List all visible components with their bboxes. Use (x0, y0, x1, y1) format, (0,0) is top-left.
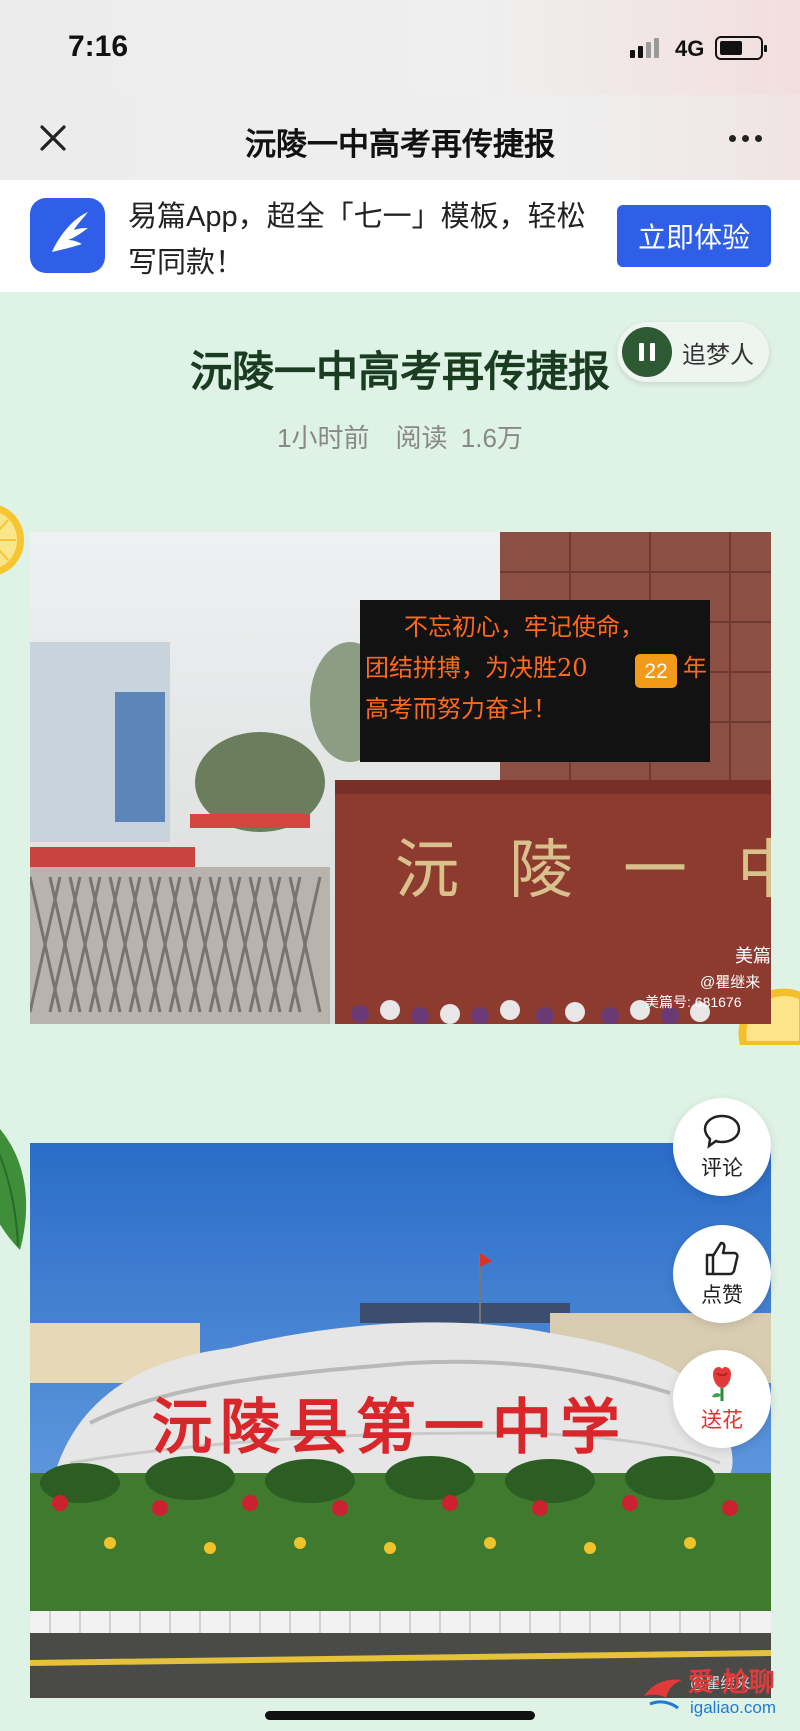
photo1-id: 美篇号: 681676 (645, 994, 742, 1010)
comment-label: 评论 (701, 1157, 743, 1180)
like-label: 点赞 (701, 1284, 743, 1307)
like-button[interactable]: 点赞 (673, 1225, 771, 1323)
pause-icon[interactable] (622, 327, 672, 377)
article-meta: 1小时前 阅读 1.6万 (277, 423, 523, 453)
school-stone-photo: 沅陵县第一中学 @瞿继来 (30, 1143, 771, 1698)
photo1-logo: 美篇 (735, 946, 771, 966)
stone-inscription: 沅陵县第一中学 (152, 1393, 628, 1463)
led-line-3: 高考而努力奋斗！ (365, 695, 557, 723)
app-logo-icon (30, 198, 105, 273)
photo1-credit: @瞿继来 (700, 974, 760, 991)
school-gate-photo: 不忘初心，牢记使命， 团结拼搏，为决胜20 年 高考而努力奋斗！ 22 沅陵一中… (30, 532, 771, 1024)
led-line-2: 团结拼搏，为决胜20 (365, 654, 588, 682)
comment-icon (703, 1114, 741, 1149)
send-flower-button[interactable]: 送花 (673, 1350, 771, 1448)
status-bar: 7:16 4G (0, 0, 800, 95)
school-gate-image: 不忘初心，牢记使命， 团结拼搏，为决胜20 年 高考而努力奋斗！ 22 沅陵一中… (30, 532, 771, 1024)
signal-icon (630, 38, 659, 58)
led-badge: 22 (644, 660, 667, 683)
bird-logo-icon (644, 1679, 682, 1710)
nav-bar: 沅陵一中高考再传捷报 (0, 95, 800, 180)
music-title: 追梦人 (682, 341, 754, 369)
banner-text: 易篇App，超全「七一」模板，轻松写同款！ (128, 201, 586, 279)
watermark-url: igaliao.com (690, 1698, 776, 1717)
school-stone-image: 沅陵县第一中学 @瞿继来 (30, 1143, 771, 1698)
status-time: 7:16 (68, 30, 129, 63)
home-indicator[interactable] (265, 1711, 535, 1720)
gate-name: 沅陵一中 (395, 834, 771, 908)
battery-icon (715, 36, 767, 60)
try-now-button[interactable]: 立即体验 (617, 205, 771, 267)
watermark-title: 爱·尬聊 (688, 1667, 775, 1697)
network-label: 4G (675, 36, 705, 61)
led-line-1: 不忘初心，牢记使命， (404, 613, 644, 641)
comment-button[interactable]: 评论 (673, 1098, 771, 1196)
rose-icon (712, 1366, 731, 1401)
music-player[interactable]: 追梦人 (617, 322, 769, 382)
more-icon[interactable] (720, 115, 770, 161)
led-line-2b: 年 (683, 654, 707, 682)
page-title: 沅陵一中高考再传捷报 (245, 127, 555, 162)
lemon-decoration-icon (0, 505, 24, 575)
flower-label: 送花 (701, 1409, 743, 1432)
site-watermark: 爱·尬聊 igaliao.com (640, 1662, 790, 1728)
thumbs-up-icon (705, 1241, 739, 1276)
app-promo-banner: 易篇App，超全「七一」模板，轻松写同款！ 立即体验 (0, 180, 800, 292)
